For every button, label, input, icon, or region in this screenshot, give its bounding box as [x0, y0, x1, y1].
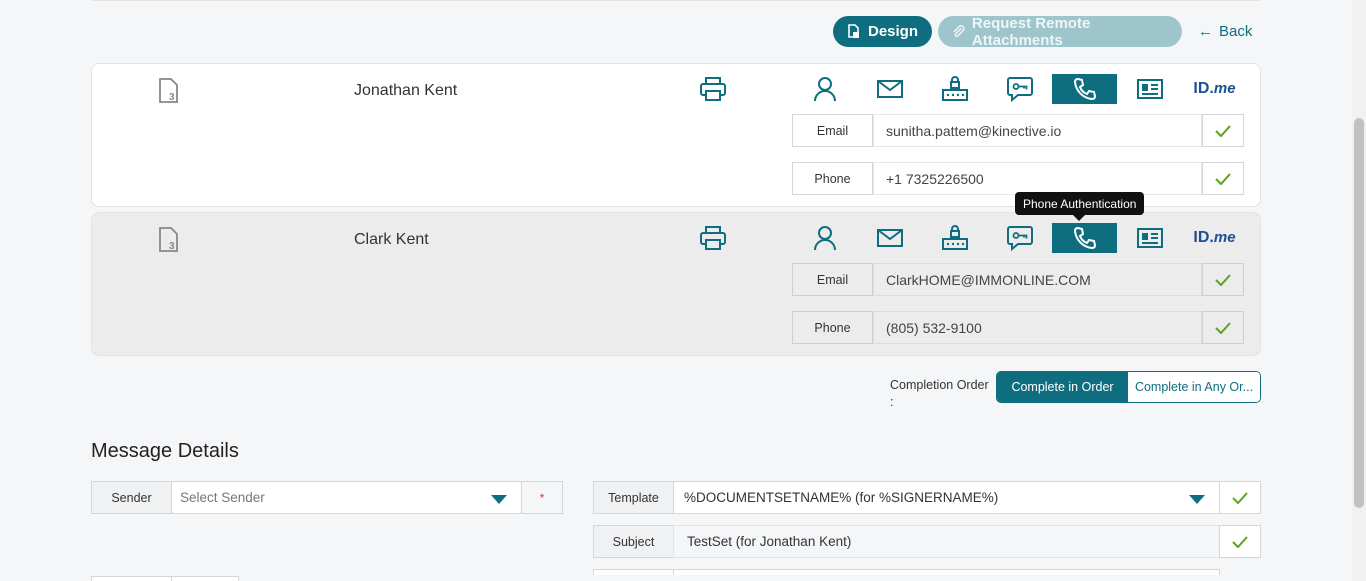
sender-label: Sender [91, 481, 172, 514]
router-icon[interactable] [922, 223, 987, 253]
signer-name: Jonathan Kent [354, 82, 458, 99]
phone-label: Phone [792, 311, 873, 344]
chat-key-icon[interactable] [987, 223, 1052, 253]
next-field-value[interactable] [673, 569, 1220, 575]
signer-card: 3 Clark Kent ID.me Email ClarkHOME@IMMON… [91, 212, 1261, 356]
phone-row: Phone (805) 532-9100 [792, 311, 1244, 344]
scrollbar[interactable] [1352, 0, 1366, 581]
template-select[interactable]: %DOCUMENTSETNAME% (for %SIGNERNAME%) [673, 481, 1220, 514]
message-details-title: Message Details [91, 440, 239, 462]
back-label: Back [1219, 23, 1253, 40]
idme-logo[interactable]: ID.me [1182, 74, 1247, 104]
next-field-label [593, 569, 674, 575]
next-left-label [91, 576, 172, 581]
person-icon[interactable] [792, 74, 857, 104]
email-field[interactable]: ClarkHOME@IMMONLINE.COM [873, 263, 1202, 296]
phone-auth-icon[interactable] [1052, 223, 1117, 253]
completion-order-label: Completion Order : [890, 378, 989, 409]
phone-row: Phone +1 7325226500 [792, 162, 1244, 195]
check-icon [1202, 263, 1244, 296]
top-strip [91, 0, 1261, 1]
email-label: Email [792, 263, 873, 296]
subject-field[interactable]: TestSet (for Jonathan Kent) [673, 525, 1220, 558]
mail-icon[interactable] [857, 223, 922, 253]
email-row: Email sunitha.pattem@kinective.io [792, 114, 1244, 147]
phone-auth-tooltip: Phone Authentication [1015, 192, 1145, 221]
print-icon[interactable] [699, 225, 727, 256]
idme-me-text: me [1213, 80, 1236, 97]
paperclip-icon [953, 24, 965, 37]
document-3-icon: 3 [158, 78, 180, 109]
scrollbar-thumb[interactable] [1354, 118, 1364, 508]
check-icon [1202, 162, 1244, 195]
subject-label: Subject [593, 525, 674, 558]
signer-card: 3 Jonathan Kent ID.me Email sunitha.patt… [91, 63, 1261, 207]
id-card-icon[interactable] [1117, 74, 1182, 104]
svg-text:3: 3 [169, 92, 175, 103]
id-card-icon[interactable] [1117, 223, 1182, 253]
chevron-down-icon [491, 495, 507, 504]
back-button[interactable]: ← Back [1198, 16, 1252, 47]
toolbar: Design Request Remote Attachments ← Back [833, 14, 1252, 49]
remote-label: Request Remote Attachments [971, 14, 1091, 49]
completion-order-toggle: Complete in Order Complete in Any Or... [996, 371, 1261, 403]
next-left-value[interactable] [171, 576, 239, 581]
router-icon[interactable] [922, 74, 987, 104]
phone-auth-icon[interactable] [1052, 74, 1117, 104]
svg-text:3: 3 [169, 241, 175, 252]
design-label: Design [868, 23, 919, 40]
idme-me-text: me [1213, 229, 1236, 246]
auth-icons: ID.me [792, 223, 1247, 253]
phone-field[interactable]: +1 7325226500 [873, 162, 1202, 195]
chevron-down-icon [1189, 495, 1205, 504]
phone-field[interactable]: (805) 532-9100 [873, 311, 1202, 344]
template-label: Template [593, 481, 674, 514]
check-icon [1202, 114, 1244, 147]
complete-any-order-option[interactable]: Complete in Any Or... [1128, 372, 1260, 402]
chat-key-icon[interactable] [987, 74, 1052, 104]
email-label: Email [792, 114, 873, 147]
document-3-icon: 3 [158, 227, 180, 258]
template-value: %DOCUMENTSETNAME% (for %SIGNERNAME%) [684, 490, 999, 505]
required-indicator: * [521, 481, 563, 514]
phone-label: Phone [792, 162, 873, 195]
idme-id-text: ID. [1193, 80, 1214, 97]
sender-placeholder: Select Sender [180, 490, 265, 505]
idme-logo[interactable]: ID.me [1182, 223, 1247, 253]
email-row: Email ClarkHOME@IMMONLINE.COM [792, 263, 1244, 296]
auth-icons: ID.me [792, 74, 1247, 104]
check-icon [1219, 481, 1261, 514]
idme-id-text: ID. [1193, 229, 1214, 246]
person-icon[interactable] [792, 223, 857, 253]
request-remote-attachments-button[interactable]: Request Remote Attachments [938, 14, 1183, 49]
design-button[interactable]: Design [833, 16, 933, 47]
sender-select[interactable]: Select Sender [171, 481, 522, 514]
email-field[interactable]: sunitha.pattem@kinective.io [873, 114, 1202, 147]
mail-icon[interactable] [857, 74, 922, 104]
design-doc-icon [848, 24, 859, 38]
signer-name: Clark Kent [354, 231, 429, 248]
check-icon [1202, 311, 1244, 344]
print-icon[interactable] [699, 76, 727, 107]
check-icon [1219, 525, 1261, 558]
arrow-left-icon: ← [1198, 23, 1214, 40]
complete-in-order-option[interactable]: Complete in Order [997, 372, 1128, 402]
